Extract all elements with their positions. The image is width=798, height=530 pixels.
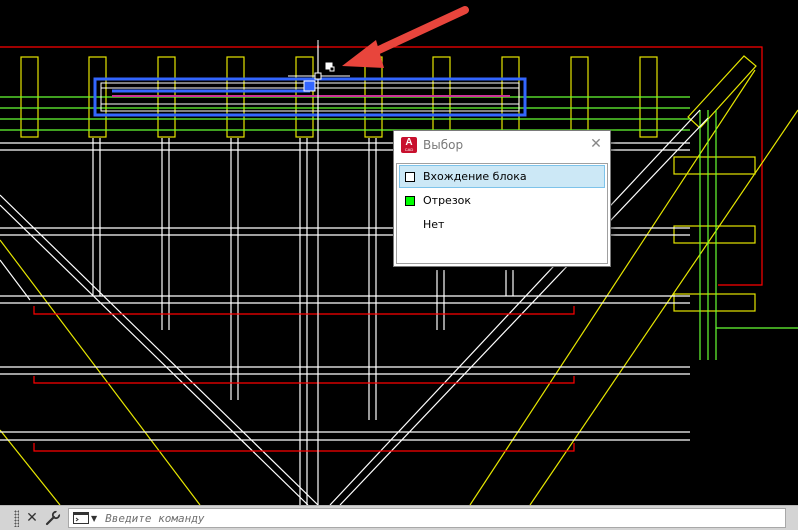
- selection-item-label: Отрезок: [423, 194, 472, 207]
- arrow-annotation-icon: [342, 6, 469, 68]
- crosshair-cursor: [288, 40, 350, 505]
- selection-item-block-reference[interactable]: Вхождение блока: [399, 165, 605, 188]
- selection-item-label: Вхождение блока: [423, 170, 527, 183]
- color-swatch-green: [405, 195, 415, 206]
- wrench-icon[interactable]: [45, 510, 61, 526]
- color-swatch-white: [405, 171, 415, 182]
- app-icon: A CAD: [401, 137, 417, 153]
- selection-item-line[interactable]: Отрезок: [399, 189, 605, 212]
- yellow-posts: [0, 55, 798, 505]
- command-input[interactable]: [103, 510, 708, 526]
- close-icon[interactable]: ✕: [588, 136, 604, 152]
- command-field: ▼: [68, 508, 786, 528]
- red-bands: [33, 306, 575, 452]
- command-line-bar: ✕ ▼: [0, 505, 798, 530]
- color-swatch-empty: [405, 220, 415, 230]
- chevron-down-icon[interactable]: ▼: [91, 514, 97, 523]
- selection-list: Вхождение блока Отрезок Нет: [396, 163, 608, 264]
- selection-cycling-dialog: A CAD Выбор ✕ Вхождение блока Отрезок Не…: [393, 130, 611, 267]
- dialog-titlebar[interactable]: A CAD Выбор ✕: [394, 131, 610, 159]
- command-prompt-icon[interactable]: [73, 512, 89, 524]
- app-icon-sub: CAD: [404, 147, 414, 152]
- selection-item-none[interactable]: Нет: [399, 213, 605, 236]
- close-command-line-icon[interactable]: ✕: [25, 510, 39, 526]
- selected-block[interactable]: [93, 77, 527, 117]
- drag-grip-icon[interactable]: [14, 509, 19, 527]
- selection-item-label: Нет: [423, 218, 445, 231]
- dialog-title: Выбор: [423, 138, 464, 152]
